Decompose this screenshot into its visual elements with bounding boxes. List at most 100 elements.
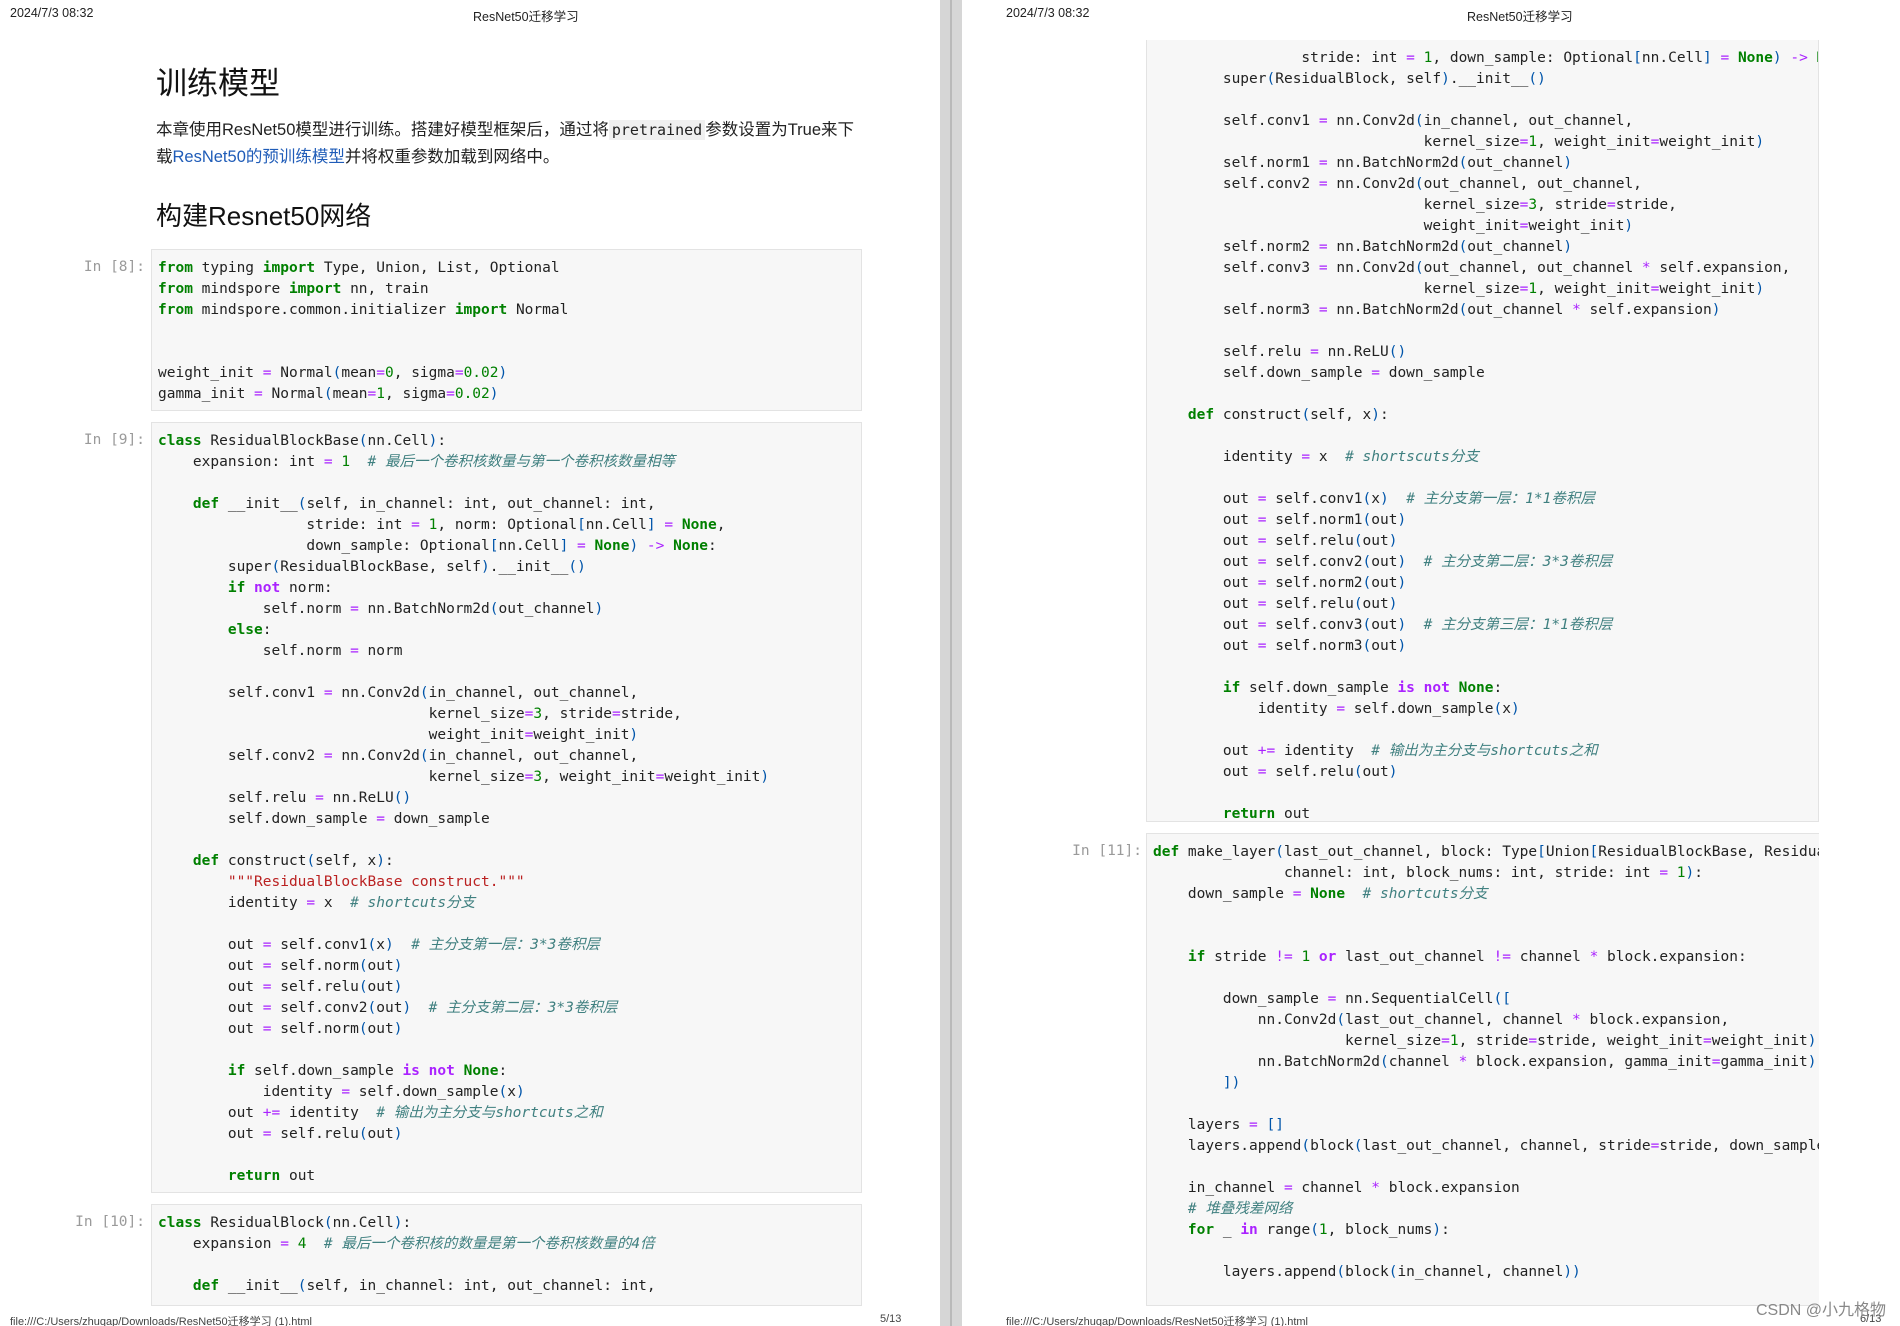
code-line: def construct(self, x): — [192, 853, 394, 869]
code-line: kernel_size=1, weight_init=weight_init) — [1153, 281, 1765, 297]
footer-path: file:///C:/Users/zhuqap/Downloads/ResNet… — [1006, 1316, 1308, 1326]
code-line: gamma_init = Normal(mean=1, sigma=0.02) — [158, 386, 499, 402]
pretrained-model-link[interactable]: ResNet50的预训练模型 — [173, 148, 345, 166]
code-line: self.norm = nn.BatchNorm2d(out_channel) — [158, 601, 604, 617]
subsection-heading: 构建Resnet50网络 — [156, 201, 372, 231]
code-line: ]) — [1222, 1075, 1241, 1091]
code-line: channel: int, block_nums: int, stride: i… — [1153, 865, 1703, 881]
cell-prompt: In [10]: — [75, 1214, 145, 1230]
code-line: layers.append(block(in_channel, channel)… — [1153, 1264, 1581, 1280]
inline-code: pretrained — [608, 120, 706, 140]
code-block: def make_layer(last_out_channel, block: … — [1147, 834, 1819, 1291]
code-line: # 堆叠残差网络 — [1187, 1201, 1293, 1217]
code-line: identity = x # shortscuts分支 — [1153, 449, 1479, 465]
code-line: class ResidualBlock(nn.Cell): — [158, 1215, 412, 1231]
code-line: """ResidualBlockBase construct.""" — [227, 874, 525, 890]
code-line: out = self.relu(out) — [1153, 764, 1398, 780]
code-line: if self.down_sample is not None: — [227, 1063, 508, 1079]
cell-prompt: In [9]: — [83, 432, 145, 448]
code-line: out = self.relu(out) — [1153, 596, 1398, 612]
code-line: return out — [1222, 806, 1311, 822]
code-line: out = self.norm(out) — [158, 958, 403, 974]
code-line: out = self.norm3(out) — [1153, 638, 1407, 654]
code-line: expansion = 4 # 最后一个卷积核的数量是第一个卷积核数量的4倍 — [158, 1236, 655, 1252]
code-block: from typing import Type, Union, List, Op… — [152, 250, 861, 410]
code-line: stride: int = 1, down_sample: Optional[n… — [1153, 50, 1818, 66]
section-heading: 训练模型 — [156, 66, 280, 101]
right-page: 2024/7/3 08:32 ResNet50迁移学习 stride: int … — [962, 0, 1900, 1326]
code-line: def __init__(self, in_channel: int, out_… — [192, 1278, 656, 1294]
code-line: layers = [] — [1153, 1117, 1284, 1133]
code-line: super(ResidualBlock, self).__init__() — [1153, 71, 1546, 87]
code-line: out = self.conv1(x) # 主分支第一层：3*3卷积层 — [158, 937, 600, 953]
code-cell[interactable]: class ResidualBlock(nn.Cell): expansion … — [151, 1204, 862, 1306]
code-line: expansion: int = 1 # 最后一个卷积核数量与第一个卷积核数量相… — [158, 454, 676, 470]
header-date: 2024/7/3 08:32 — [10, 6, 94, 20]
code-line: self.conv3 = nn.Conv2d(out_channel, out_… — [1153, 260, 1791, 276]
code-line: out += identity # 输出为主分支与shortcuts之和 — [1153, 743, 1598, 759]
code-line: kernel_size=1, weight_init=weight_init) — [1153, 134, 1765, 150]
code-line: out = self.norm2(out) — [1153, 575, 1407, 591]
code-line: out = self.conv2(out) # 主分支第二层：3*3卷积层 — [1153, 554, 1613, 570]
code-line: stride: int = 1, norm: Optional[nn.Cell]… — [158, 517, 726, 533]
code-line: out += identity # 输出为主分支与shortcuts之和 — [158, 1105, 603, 1121]
code-line: nn.Conv2d(last_out_channel, channel * bl… — [1153, 1012, 1730, 1028]
code-line: identity = self.down_sample(x) — [158, 1084, 525, 1100]
code-line: else: — [227, 622, 272, 638]
code-line: weight_init=weight_init) — [158, 727, 639, 743]
code-line: self.norm2 = nn.BatchNorm2d(out_channel) — [1153, 239, 1573, 255]
code-line: weight_init=weight_init) — [1153, 218, 1634, 234]
code-line: def __init__(self, in_channel: int, out_… — [192, 496, 656, 512]
code-line: kernel_size=3, weight_init=weight_init) — [158, 769, 770, 785]
code-line: identity = self.down_sample(x) — [1153, 701, 1520, 717]
footer-path: file:///C:/Users/zhuqap/Downloads/ResNet… — [10, 1316, 312, 1326]
code-line: def construct(self, x): — [1187, 407, 1389, 423]
code-line: out = self.conv2(out) # 主分支第二层：3*3卷积层 — [158, 1000, 618, 1016]
code-line: out = self.conv3(out) # 主分支第三层：1*1卷积层 — [1153, 617, 1613, 633]
code-line: self.conv1 = nn.Conv2d(in_channel, out_c… — [1153, 113, 1634, 129]
code-line: self.relu = nn.ReLU() — [158, 790, 412, 806]
code-line: out = self.relu(out) — [158, 979, 403, 995]
paragraph-text: 并将权重参数加载到网络中。 — [344, 148, 560, 166]
code-cell[interactable]: class ResidualBlockBase(nn.Cell): expans… — [151, 422, 862, 1193]
cell-prompt: In [8]: — [83, 259, 145, 275]
code-cell[interactable]: stride: int = 1, down_sample: Optional[n… — [1146, 40, 1819, 822]
code-line: self.norm3 = nn.BatchNorm2d(out_channel … — [1153, 302, 1721, 318]
code-line: down_sample = None # shortcuts分支 — [1153, 886, 1488, 902]
code-line: return out — [227, 1168, 316, 1184]
code-line: self.conv1 = nn.Conv2d(in_channel, out_c… — [158, 685, 639, 701]
code-line: out = self.relu(out) — [1153, 533, 1398, 549]
code-line: from typing import Type, Union, List, Op… — [158, 260, 560, 276]
code-line: kernel_size=1, stride=stride, weight_ini… — [1153, 1033, 1819, 1049]
cell-prompt: In [11]: — [1072, 843, 1142, 859]
code-line: down_sample: Optional[nn.Cell] = None) -… — [158, 538, 717, 554]
code-line: out = self.norm(out) — [158, 1021, 403, 1037]
code-line: down_sample = nn.SequentialCell([ — [1153, 991, 1511, 1007]
code-line: weight_init = Normal(mean=0, sigma=0.02) — [158, 365, 508, 381]
header-title: ResNet50迁移学习 — [473, 10, 579, 24]
code-line: super(ResidualBlockBase, self).__init__(… — [158, 559, 586, 575]
code-cell[interactable]: def make_layer(last_out_channel, block: … — [1146, 833, 1819, 1306]
code-line: self.norm = norm — [158, 643, 403, 659]
code-line: self.relu = nn.ReLU() — [1153, 344, 1407, 360]
header-title: ResNet50迁移学习 — [1467, 10, 1573, 24]
code-cell[interactable]: from typing import Type, Union, List, Op… — [151, 249, 862, 411]
code-line: if not norm: — [227, 580, 333, 596]
